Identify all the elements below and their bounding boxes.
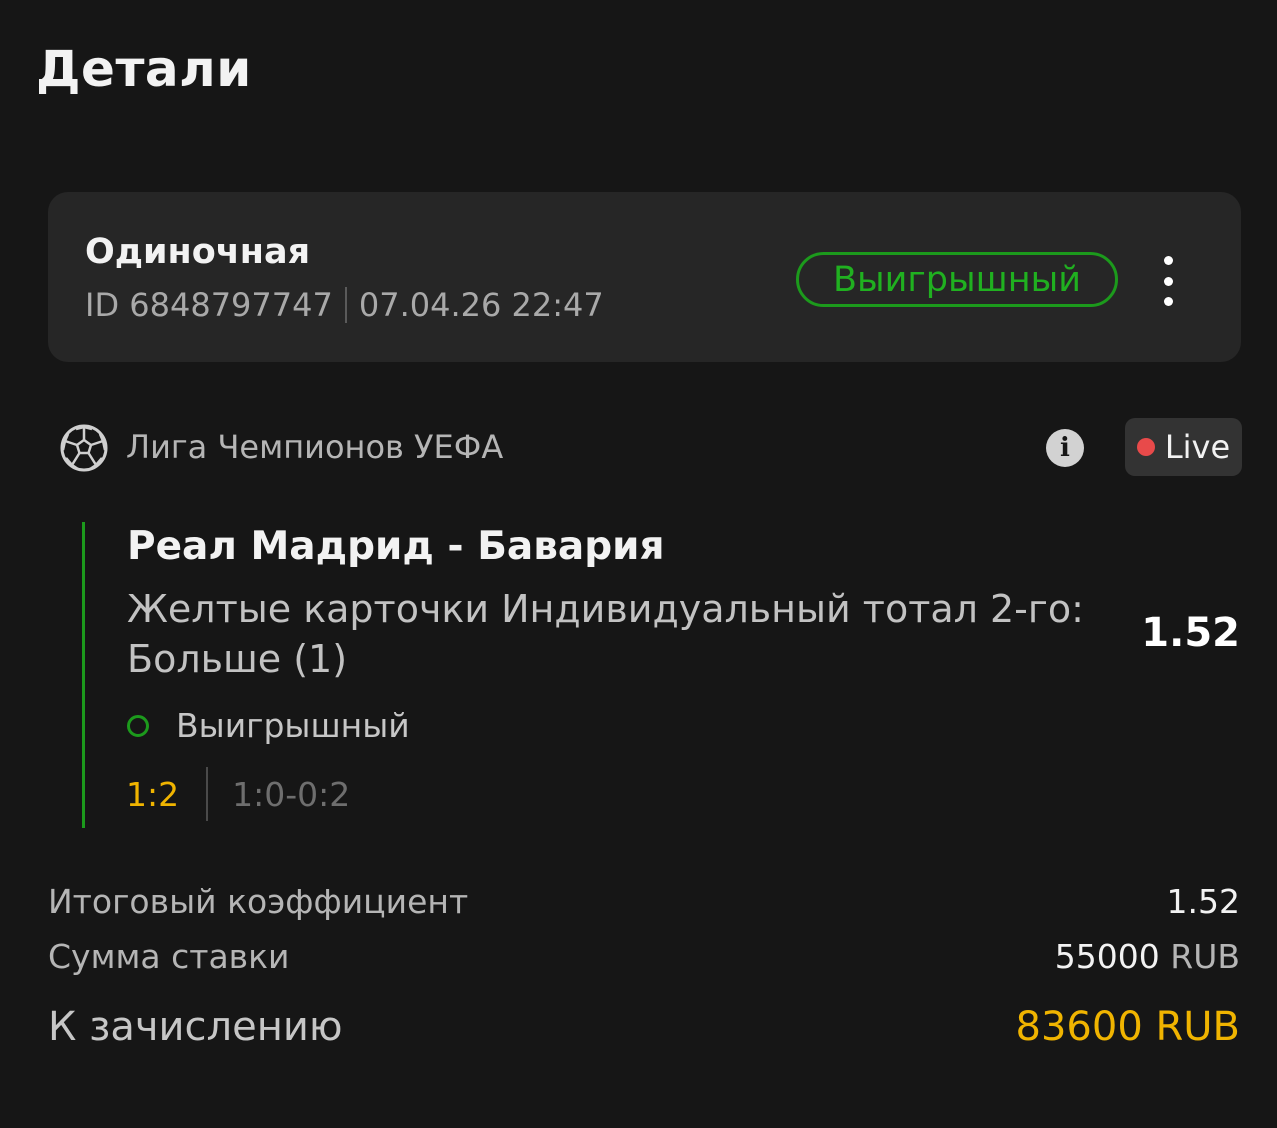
bet-status-badge: Выигрышный [796, 252, 1118, 307]
match-title: Реал Мадрид - Бавария [127, 524, 665, 569]
payout-label: К зачислению [48, 1004, 343, 1050]
payout-value: 83600 RUB [1015, 1004, 1240, 1050]
total-odds-value: 1.52 [1166, 882, 1240, 921]
live-dot-icon [1136, 438, 1155, 456]
bet-meta: ID 6848797747 07.04.26 22:47 [85, 286, 604, 324]
market-description: Желтые карточки Индивидуальный тотал 2-г… [127, 587, 1084, 681]
selection-status: Выигрышный [127, 706, 410, 745]
stake-row: Сумма ставки 55000 RUB [48, 937, 1240, 976]
stake-value: 55000 RUB [1055, 937, 1240, 976]
selection-status-label: Выигрышный [176, 706, 410, 745]
live-label: Live [1164, 428, 1231, 466]
bet-summary-card: Одиночная ID 6848797747 07.04.26 22:47 В… [48, 192, 1241, 362]
score-divider [206, 767, 209, 821]
score-row: 1:2 1:0-0:2 [126, 767, 350, 821]
payout-row: К зачислению 83600 RUB [48, 1004, 1240, 1050]
bet-id: ID 6848797747 [85, 286, 333, 324]
status-circle-icon [127, 714, 149, 737]
bet-selection: Реал Мадрид - Бавария Желтые карточки Ин… [82, 522, 1242, 828]
final-score: 1:2 [126, 774, 180, 814]
page-title: Детали [36, 40, 252, 98]
period-scores: 1:0-0:2 [232, 774, 351, 814]
soccer-ball-icon [60, 424, 108, 472]
live-badge[interactable]: Live [1125, 418, 1242, 476]
stake-amount: 55000 [1054, 937, 1160, 976]
meta-divider [344, 287, 347, 323]
stake-label: Сумма ставки [48, 937, 290, 976]
total-odds-label: Итоговый коэффициент [48, 882, 469, 921]
more-options-icon[interactable] [1151, 256, 1185, 306]
bet-datetime: 07.04.26 22:47 [358, 286, 604, 324]
league-row: Лига Чемпионов УЕФА i Live [58, 418, 1242, 478]
info-icon[interactable]: i [1046, 429, 1084, 467]
selection-odds: 1.52 [1141, 610, 1240, 656]
bet-type-label: Одиночная [85, 232, 311, 272]
league-name: Лига Чемпионов УЕФА [126, 428, 504, 466]
selection-status-bar [82, 522, 85, 828]
stake-currency: RUB [1170, 937, 1240, 976]
total-odds-row: Итоговый коэффициент 1.52 [48, 882, 1240, 921]
